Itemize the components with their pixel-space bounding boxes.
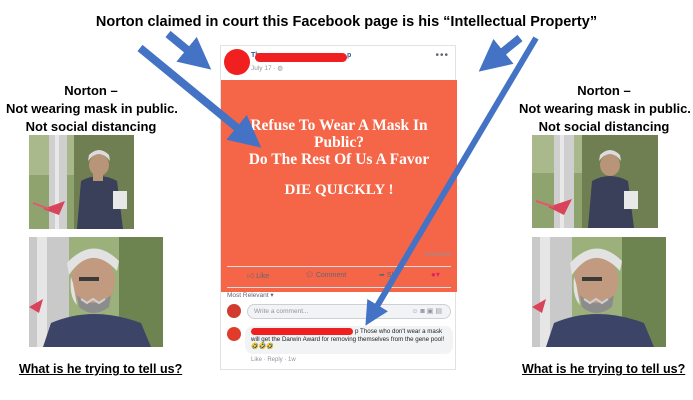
- right-caption-line1: Norton –: [577, 83, 631, 98]
- comment-button[interactable]: 💬︎ Comment: [305, 271, 346, 279]
- left-caption-line2: Not wearing mask in public.: [6, 101, 178, 116]
- comment-meta-actions[interactable]: Like · Reply · 1w: [251, 357, 296, 363]
- photo-man-closeup-right: [532, 237, 666, 347]
- left-caption-line1: Norton –: [64, 83, 118, 98]
- left-question: What is he trying to tell us?: [19, 362, 183, 376]
- more-dots-icon[interactable]: •••: [435, 50, 449, 61]
- page-name-end[interactable]: p: [347, 52, 351, 59]
- like-button[interactable]: 👍︎ Like: [247, 271, 269, 280]
- post-timestamp[interactable]: July 17 · ◍: [251, 64, 283, 72]
- photo-man-closeup-left: [29, 237, 163, 347]
- banner-line-1: Refuse To Wear A Mask In: [250, 117, 428, 134]
- post-image-banner[interactable]: Refuse To Wear A Mask In Public? Do The …: [221, 80, 457, 292]
- composer-icons[interactable]: ☺◙▣▤: [411, 307, 444, 315]
- comment-input[interactable]: Write a comment... ☺◙▣▤: [247, 304, 451, 319]
- share-arrow-icon: ➦: [379, 272, 385, 279]
- post-header: The p July 17 · ◍ •••: [221, 46, 457, 78]
- comment-sort-dropdown[interactable]: Most Relevant ▾: [227, 291, 274, 299]
- banner-line-4: DIE QUICKLY !: [284, 182, 394, 198]
- comment-bubble: p Those who don't wear a mask will get t…: [245, 326, 453, 354]
- comment-item: p Those who don't wear a mask will get t…: [225, 326, 455, 366]
- photo-man-near-pole-right: [532, 135, 658, 228]
- facebook-post: The p July 17 · ◍ ••• Refuse To Wear A M…: [220, 45, 457, 370]
- divider: [227, 266, 451, 267]
- comment-label: Comment: [315, 272, 347, 279]
- right-caption-line2: Not wearing mask in public.: [519, 101, 691, 116]
- comments-count[interactable]: omments: [424, 251, 451, 258]
- arrow-to-page-name: [165, 30, 212, 70]
- reaction-selector-icon[interactable]: ●▾: [431, 270, 440, 279]
- right-caption: Norton – Not wearing mask in public. Not…: [519, 82, 691, 136]
- like-label: Like: [256, 273, 270, 280]
- banner-text-block: Refuse To Wear A Mask In Public? Do The …: [221, 117, 457, 168]
- post-action-bar: 👍︎ Like 💬︎ Comment ➦ Sh ●▾: [221, 268, 457, 286]
- right-question: What is he trying to tell us?: [522, 362, 686, 376]
- divider: [227, 287, 451, 288]
- headline: Norton claimed in court this Facebook pa…: [95, 14, 598, 30]
- commenter-name-redaction: [251, 328, 353, 335]
- page-avatar-redacted[interactable]: [224, 49, 250, 75]
- commenter-avatar-redacted[interactable]: [227, 327, 241, 341]
- comment-bubble-icon: 💬︎: [305, 272, 314, 279]
- arrow-to-more-menu: [478, 34, 523, 72]
- banner-line-3: Do The Rest Of Us A Favor: [248, 151, 430, 168]
- right-caption-line3: Not social distancing: [538, 119, 670, 134]
- thumbs-up-icon: 👍︎: [247, 273, 255, 280]
- comment-placeholder: Write a comment...: [254, 308, 309, 315]
- left-caption: Norton – Not wearing mask in public. Not…: [6, 82, 178, 136]
- left-caption-line3: Not social distancing: [25, 119, 157, 134]
- user-avatar[interactable]: [227, 304, 241, 318]
- photo-man-near-pole-left: [29, 135, 134, 229]
- banner-line-2: Public?: [314, 134, 364, 151]
- page-name-redaction: [255, 53, 347, 62]
- comment-composer: Write a comment... ☺◙▣▤: [225, 304, 453, 320]
